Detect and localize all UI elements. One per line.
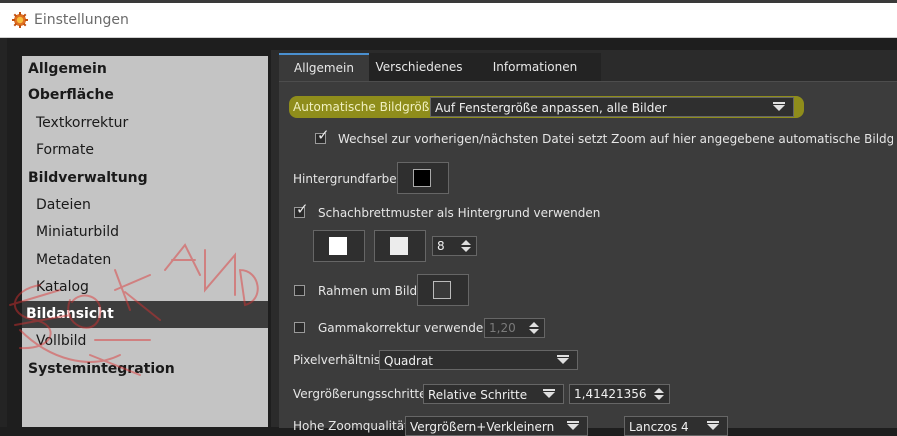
color-swatch bbox=[329, 237, 347, 255]
zoom-filter-dropdown[interactable]: Lanczos 4 bbox=[624, 416, 728, 436]
spin-down-icon[interactable] bbox=[654, 395, 664, 400]
auto-size-label: Automatische Bildgröße bbox=[293, 100, 437, 114]
sidebar-item-oberflaeche[interactable]: Oberfläche bbox=[22, 82, 268, 109]
zoom-factor-spinner[interactable]: 1,41421356 bbox=[569, 384, 670, 404]
zoom-quality-value: Vergrößern+Verkleinern bbox=[410, 420, 555, 434]
zoom-filter-value: Lanczos 4 bbox=[629, 420, 689, 434]
tab-allgemein[interactable]: Allgemein bbox=[279, 53, 369, 81]
zoom-factor-value: 1,41421356 bbox=[574, 387, 647, 401]
title-bar: Einstellungen bbox=[0, 3, 897, 38]
sidebar-item-label: Dateien bbox=[36, 197, 91, 213]
sidebar-item-label: Allgemein bbox=[28, 61, 107, 77]
checker-color2-button[interactable] bbox=[374, 230, 426, 262]
zoom-steps-label: Vergrößerungsschritte bbox=[293, 387, 427, 401]
zoom-quality-dropdown[interactable]: Vergrößern+Verkleinern bbox=[405, 416, 588, 436]
sidebar-item-miniaturbild[interactable]: Miniaturbild bbox=[22, 219, 268, 246]
sidebar-item-label: Bildansicht bbox=[26, 306, 114, 322]
gamma-label: Gammakorrektur verwenden bbox=[318, 321, 491, 335]
gamma-spinner[interactable]: 1,20 bbox=[484, 318, 545, 338]
checker-checkbox[interactable]: ✓ bbox=[294, 202, 309, 218]
tab-informationen[interactable]: Informationen bbox=[469, 53, 601, 81]
sidebar-item-dateien[interactable]: Dateien bbox=[22, 192, 268, 219]
background-color-button[interactable] bbox=[397, 162, 449, 194]
border-checkbox[interactable] bbox=[294, 285, 305, 296]
sidebar-item-label: Katalog bbox=[36, 279, 89, 295]
checkmark-icon: ✓ bbox=[296, 200, 309, 218]
zoom-steps-dropdown[interactable]: Relative Schritte bbox=[423, 384, 564, 404]
gear-icon bbox=[12, 12, 28, 28]
color-swatch bbox=[390, 237, 408, 255]
window-title: Einstellungen bbox=[34, 12, 129, 28]
background-color-label: Hintergrundfarbe bbox=[293, 172, 397, 186]
tab-verschiedenes[interactable]: Verschiedenes bbox=[369, 53, 469, 81]
color-swatch bbox=[433, 281, 451, 299]
pixel-ratio-dropdown[interactable]: Quadrat bbox=[379, 350, 578, 370]
spin-up-icon[interactable] bbox=[654, 388, 664, 393]
sidebar-item-label: Miniaturbild bbox=[36, 224, 119, 240]
sidebar-item-label: Oberfläche bbox=[28, 87, 114, 103]
tab-label: Allgemein bbox=[294, 61, 354, 75]
zoom-steps-value: Relative Schritte bbox=[428, 388, 528, 402]
zoom-switch-label: Wechsel zur vorherigen/nächsten Datei se… bbox=[338, 132, 893, 146]
auto-size-dropdown[interactable]: Auf Fenstergröße anpassen, alle Bilder bbox=[430, 97, 794, 117]
auto-size-value: Auf Fenstergröße anpassen, alle Bilder bbox=[435, 101, 667, 115]
gamma-checkbox[interactable] bbox=[294, 322, 305, 333]
dropdown-arrow-icon bbox=[557, 355, 569, 364]
checker-size-spinner[interactable]: 8 bbox=[432, 236, 477, 256]
sidebar-item-textkorrektur[interactable]: Textkorrektur bbox=[22, 110, 268, 137]
checker-color1-button[interactable] bbox=[313, 230, 365, 262]
sidebar-item-systemintegration[interactable]: Systemintegration bbox=[22, 356, 268, 383]
checker-size-value: 8 bbox=[437, 239, 445, 253]
zoom-quality-label: Hohe Zoomqualität bbox=[293, 419, 409, 433]
sidebar-item-bildansicht[interactable]: Bildansicht bbox=[22, 301, 268, 328]
sidebar-item-katalog[interactable]: Katalog bbox=[22, 274, 268, 301]
sidebar-item-label: Systemintegration bbox=[28, 361, 175, 377]
dropdown-arrow-icon bbox=[567, 421, 579, 430]
sidebar-item-vollbild[interactable]: Vollbild bbox=[22, 328, 268, 355]
sidebar-item-label: Metadaten bbox=[36, 252, 112, 268]
pixel-ratio-value: Quadrat bbox=[384, 354, 434, 368]
sidebar-item-bildverwaltung[interactable]: Bildverwaltung bbox=[22, 165, 268, 192]
border-color-button[interactable] bbox=[417, 274, 469, 306]
sidebar-item-allgemein[interactable]: Allgemein bbox=[22, 56, 268, 83]
sidebar-item-label: Bildverwaltung bbox=[28, 170, 148, 186]
sidebar-item-metadaten[interactable]: Metadaten bbox=[22, 247, 268, 274]
dropdown-arrow-icon bbox=[707, 421, 719, 430]
border-label: Rahmen um Bild bbox=[318, 284, 418, 298]
checker-label: Schachbrettmuster als Hintergrund verwen… bbox=[318, 206, 601, 220]
spin-up-icon[interactable] bbox=[529, 322, 539, 327]
window-left-edge bbox=[0, 38, 7, 427]
gamma-value: 1,20 bbox=[489, 321, 516, 335]
zoom-switch-checkbox[interactable]: ✓ bbox=[315, 128, 330, 144]
settings-sidebar: Allgemein Oberfläche Textkorrektur Forma… bbox=[22, 56, 268, 427]
sidebar-item-label: Formate bbox=[36, 142, 94, 158]
spin-up-icon[interactable] bbox=[461, 240, 471, 245]
sidebar-item-formate[interactable]: Formate bbox=[22, 137, 268, 164]
spin-down-icon[interactable] bbox=[461, 247, 471, 252]
sidebar-item-label: Vollbild bbox=[36, 333, 87, 349]
tab-label: Informationen bbox=[492, 60, 578, 74]
dropdown-arrow-icon bbox=[773, 102, 785, 111]
pixel-ratio-label: Pixelverhältnis bbox=[293, 353, 381, 367]
color-swatch bbox=[413, 169, 431, 187]
sidebar-item-label: Textkorrektur bbox=[36, 115, 129, 131]
spin-down-icon[interactable] bbox=[529, 329, 539, 334]
checkmark-icon: ✓ bbox=[317, 126, 330, 144]
dropdown-arrow-icon bbox=[543, 389, 555, 398]
tab-label: Verschiedenes bbox=[375, 60, 463, 74]
